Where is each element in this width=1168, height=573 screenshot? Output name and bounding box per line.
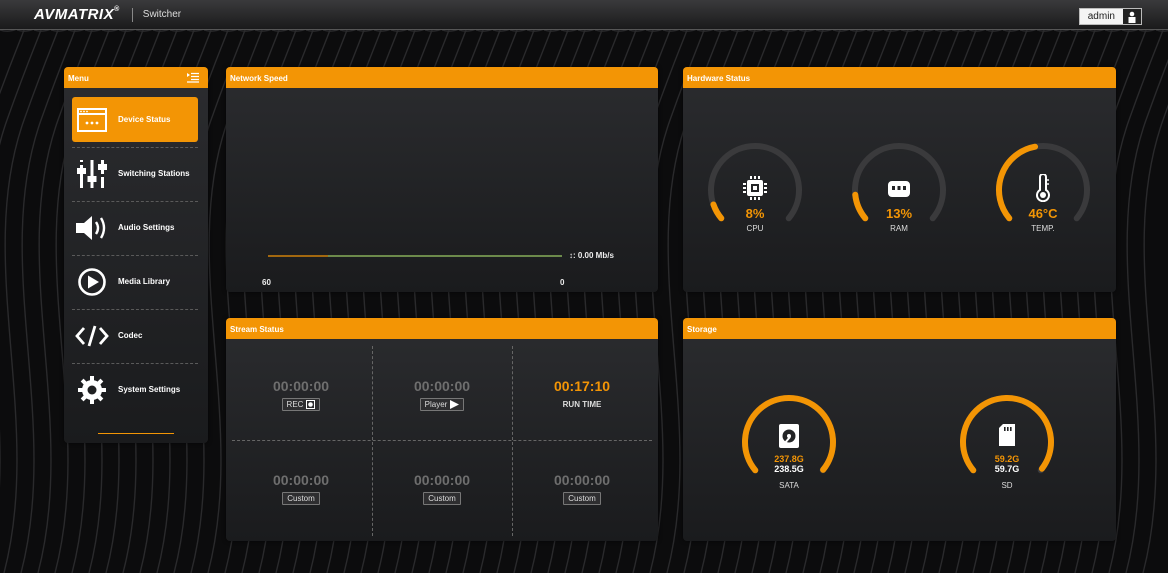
record-icon (306, 400, 316, 409)
stream-cell-custom-2: 00:00:00 Custom (372, 472, 512, 506)
custom-button[interactable]: Custom (282, 492, 320, 505)
stream-divider (372, 346, 373, 536)
menu-item-label: Switching Stations (118, 169, 190, 178)
menu-item-label: Device Status (118, 115, 171, 124)
menu-item-switching-stations[interactable]: Switching Stations (72, 151, 198, 196)
gear-icon (72, 375, 112, 404)
ram-gauge: 13% RAM (849, 140, 949, 240)
stream-divider (232, 440, 652, 441)
cpu-value: 8% (745, 206, 765, 221)
menu-title: Menu (68, 74, 89, 83)
rec-label: REC (286, 400, 304, 409)
player-button[interactable]: Player (419, 398, 465, 411)
menu-divider (72, 309, 198, 310)
header-separator (131, 7, 133, 22)
rec-button[interactable]: REC (281, 398, 321, 411)
custom-button[interactable]: Custom (423, 492, 461, 505)
run-time-label: RUN TIME (562, 400, 602, 409)
menu-divider (72, 147, 198, 148)
sata-gauge: 237.8G 238.5G SATA (739, 392, 839, 492)
storage-header: Storage (683, 318, 1116, 339)
temperature-value: 46°C (1028, 206, 1058, 221)
temperature-label: TEMP. (1031, 224, 1055, 233)
chip-icon (743, 176, 767, 200)
custom-time: 00:00:00 (272, 472, 330, 488)
custom-button[interactable]: Custom (563, 492, 601, 505)
network-axis-end: 0 (560, 278, 565, 287)
network-speed-header: Network Speed (226, 67, 658, 88)
hardware-status-header: Hardware Status (683, 67, 1116, 88)
stream-cell-custom-1: 00:00:00 Custom (231, 472, 371, 506)
sata-total: 238.5G (774, 464, 804, 474)
menu-scroll-indicator (98, 433, 174, 434)
window-icon (72, 107, 112, 132)
menu-header: Menu (64, 67, 208, 88)
stream-divider (512, 346, 513, 536)
sliders-icon (72, 159, 112, 188)
ram-value: 13% (885, 206, 913, 221)
ram-label: RAM (890, 224, 908, 233)
sata-label: SATA (779, 481, 799, 490)
custom-time: 00:00:00 (553, 472, 611, 488)
user-menu[interactable]: admin (1078, 8, 1142, 25)
storage-panel: Storage 237.8G 238.5G SATA 59.2G 59.7G S… (683, 318, 1116, 541)
menu-divider (72, 201, 198, 202)
stream-cell-custom-3: 00:00:00 Custom (512, 472, 652, 506)
stream-cell-player: 00:00:00 Player (372, 378, 512, 412)
user-icon[interactable] (1123, 9, 1141, 24)
menu-divider (72, 255, 198, 256)
network-speed-value: ↕: 0.00 Mb/s (569, 251, 614, 260)
user-name: admin (1087, 11, 1115, 22)
memory-icon (888, 181, 910, 197)
menu-item-media-library[interactable]: Media Library (72, 259, 198, 304)
top-bar: AVMATRIX® Switcher admin (0, 0, 1168, 30)
cpu-gauge: 8% CPU (705, 140, 805, 240)
stream-cell-rec: 00:00:00 REC (231, 378, 371, 412)
network-axis-start: 60 (262, 278, 271, 287)
cpu-label: CPU (746, 224, 764, 233)
network-speed-chart (268, 255, 562, 257)
stream-status-panel: Stream Status 00:00:00 REC 00:00:00 Play… (226, 318, 658, 541)
sd-used: 59.2G (994, 454, 1020, 464)
play-circle-icon (72, 267, 112, 296)
sata-used: 237.8G (774, 454, 804, 464)
speaker-icon (72, 215, 112, 240)
stream-status-header: Stream Status (226, 318, 658, 339)
menu-panel: Menu Device Status Switching Stations Au… (64, 67, 208, 443)
sd-total: 59.7G (994, 464, 1020, 474)
menu-item-label: Media Library (118, 277, 171, 286)
code-icon (72, 324, 112, 348)
run-time-value: 00:17:10 (553, 378, 611, 394)
stream-cell-runtime: 00:17:10 RUN TIME (512, 378, 652, 412)
brand-logo: AVMATRIX® (34, 6, 120, 23)
player-label: Player (424, 400, 448, 409)
menu-item-device-status[interactable]: Device Status (72, 97, 198, 142)
menu-item-label: Codec (118, 331, 143, 340)
sd-label: SD (1001, 481, 1013, 490)
sd-card-icon (999, 424, 1015, 446)
menu-item-label: System Settings (118, 385, 181, 394)
menu-item-label: Audio Settings (118, 223, 175, 232)
thermometer-icon (1036, 174, 1050, 202)
hard-drive-icon (779, 424, 799, 448)
temperature-gauge: 46°C TEMP. (993, 140, 1093, 240)
network-speed-panel: Network Speed ↕: 0.00 Mb/s 60 0 (226, 67, 658, 292)
menu-item-audio-settings[interactable]: Audio Settings (72, 205, 198, 250)
menu-item-codec[interactable]: Codec (72, 313, 198, 358)
player-time: 00:00:00 (413, 378, 471, 394)
rec-time: 00:00:00 (272, 378, 330, 394)
sd-gauge: 59.2G 59.7G SD (957, 392, 1057, 492)
custom-time: 00:00:00 (413, 472, 471, 488)
hardware-status-panel: Hardware Status 8% CPU 13% RAM 46°C TEMP… (683, 67, 1116, 292)
play-icon (450, 400, 460, 409)
app-title: Switcher (142, 9, 182, 20)
menu-collapse-icon[interactable] (187, 72, 199, 85)
menu-divider (72, 363, 198, 364)
menu-item-system-settings[interactable]: System Settings (72, 367, 198, 412)
